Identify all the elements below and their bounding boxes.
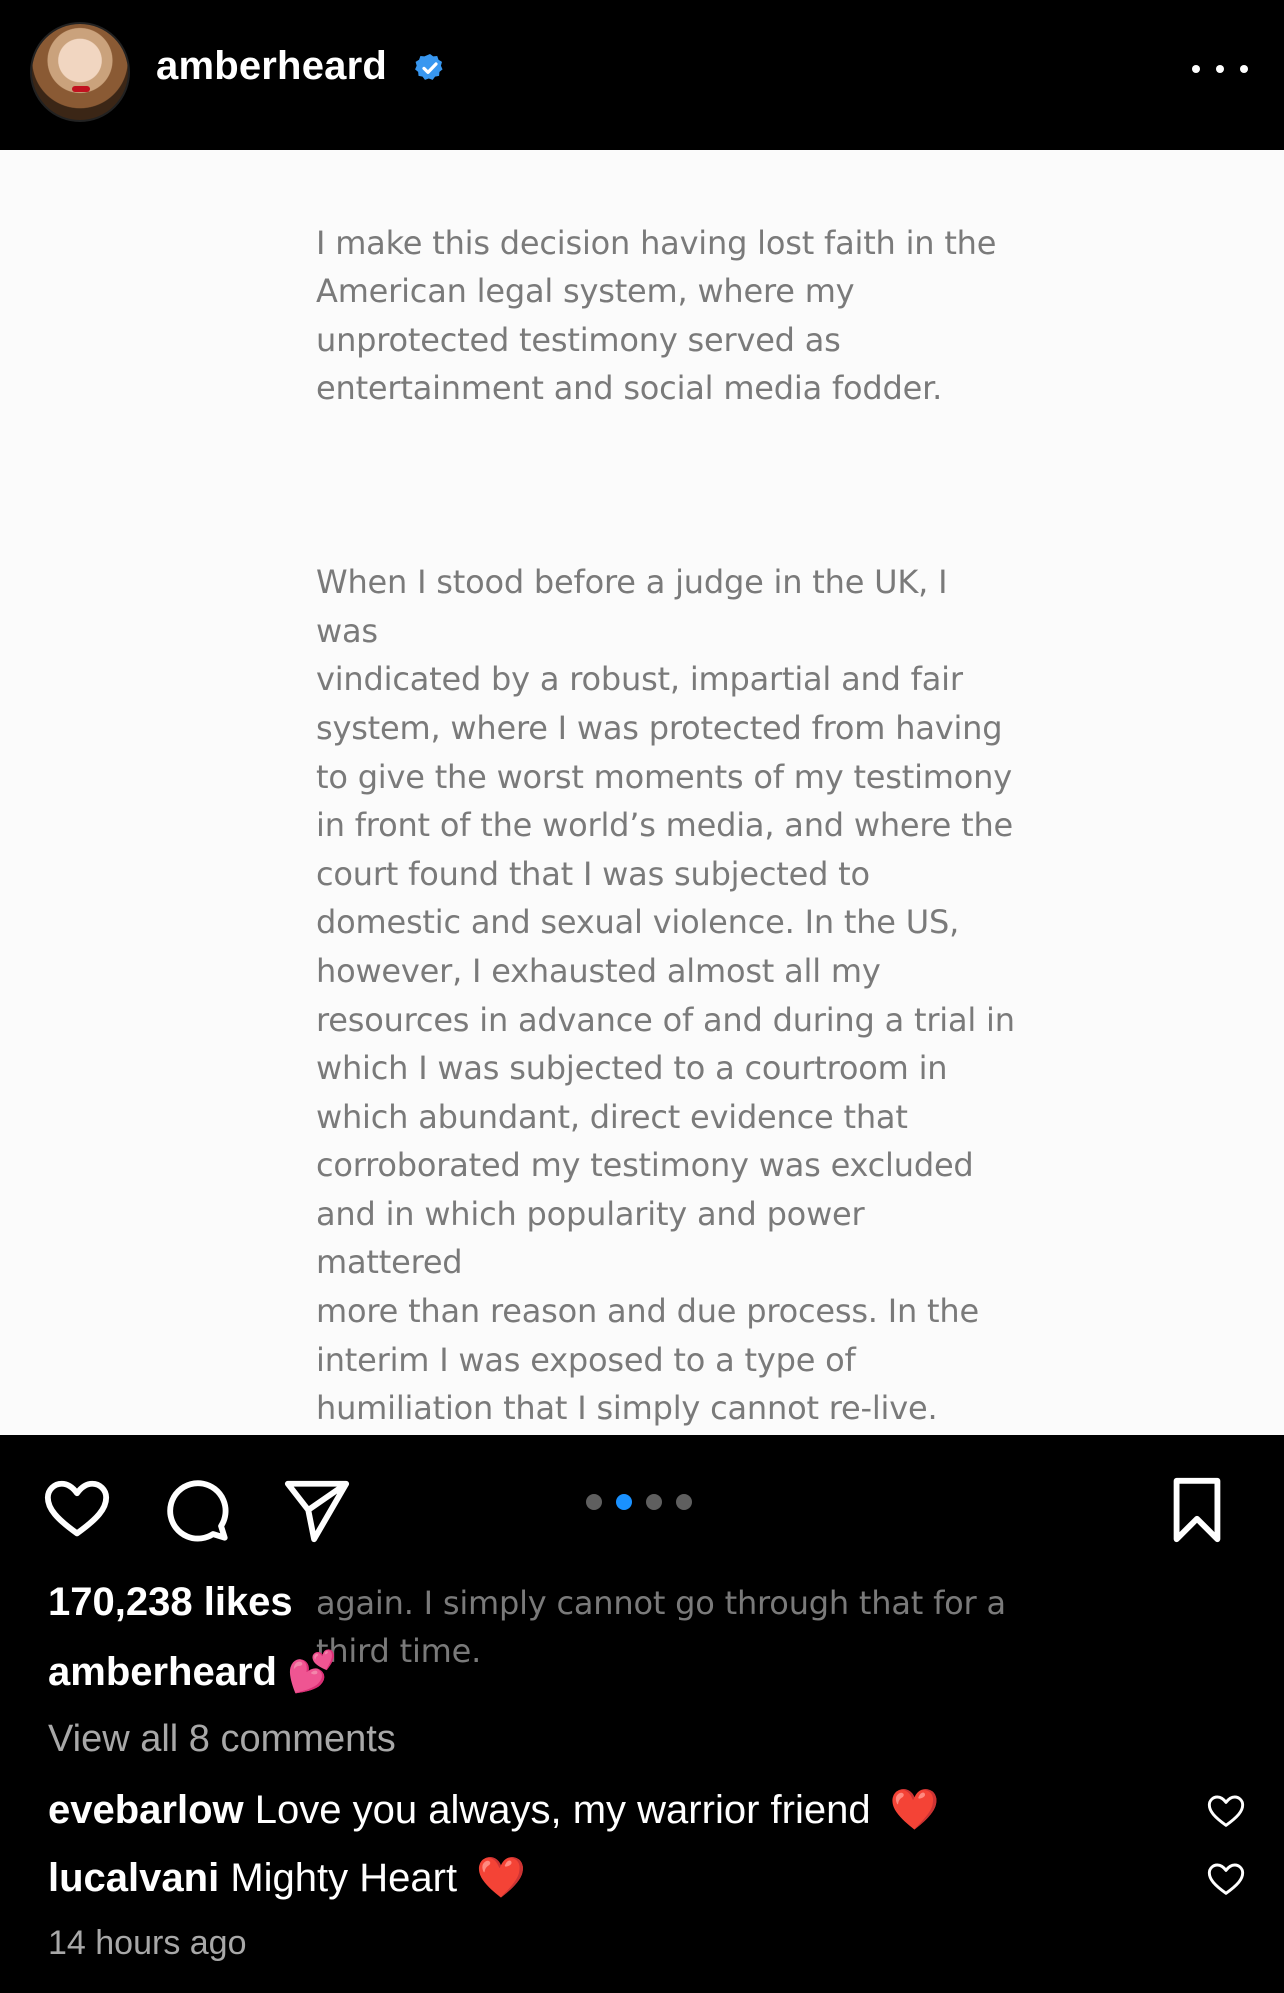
post-header: amberheard	[0, 0, 1284, 150]
statement-paragraph-1: I make this decision having lost faith i…	[316, 223, 997, 408]
comment-like-icon[interactable]	[1206, 1792, 1246, 1832]
carousel-indicator	[586, 1494, 692, 1510]
bookmark-icon[interactable]	[1162, 1475, 1232, 1545]
comment-item: lucalvani Mighty Heart ❤️	[48, 1854, 526, 1901]
carousel-dot	[676, 1494, 692, 1510]
comment-text: Love you always, my warrior friend	[254, 1788, 871, 1832]
comment-username[interactable]: evebarlow	[48, 1788, 244, 1832]
comment-username[interactable]: lucalvani	[48, 1856, 219, 1900]
caption-username[interactable]: amberheard	[48, 1650, 277, 1694]
more-options-icon[interactable]	[1192, 54, 1248, 84]
comment-icon[interactable]	[162, 1475, 232, 1545]
comment-text: Mighty Heart	[230, 1856, 458, 1900]
post-image[interactable]: I make this decision having lost faith i…	[0, 150, 1284, 1670]
post-caption: amberheard 💕	[48, 1648, 337, 1695]
comment-like-icon[interactable]	[1206, 1860, 1246, 1900]
comment-emoji: ❤️	[476, 1856, 527, 1900]
comment-item: evebarlow Love you always, my warrior fr…	[48, 1786, 940, 1833]
send-icon[interactable]	[282, 1475, 352, 1545]
carousel-dot	[646, 1494, 662, 1510]
caption-emoji: 💕	[286, 1650, 337, 1694]
heart-icon[interactable]	[42, 1475, 112, 1545]
post-timestamp: 14 hours ago	[48, 1924, 247, 1962]
post-username[interactable]: amberheard	[156, 44, 387, 89]
likes-count[interactable]: 170,238 likes	[48, 1580, 293, 1625]
carousel-dot-active	[616, 1494, 632, 1510]
carousel-dot	[586, 1494, 602, 1510]
avatar-detail	[72, 86, 90, 92]
view-all-comments-link[interactable]: View all 8 comments	[48, 1718, 396, 1761]
comment-emoji: ❤️	[889, 1788, 940, 1832]
verified-badge-icon	[415, 54, 443, 80]
profile-avatar[interactable]	[30, 22, 130, 122]
